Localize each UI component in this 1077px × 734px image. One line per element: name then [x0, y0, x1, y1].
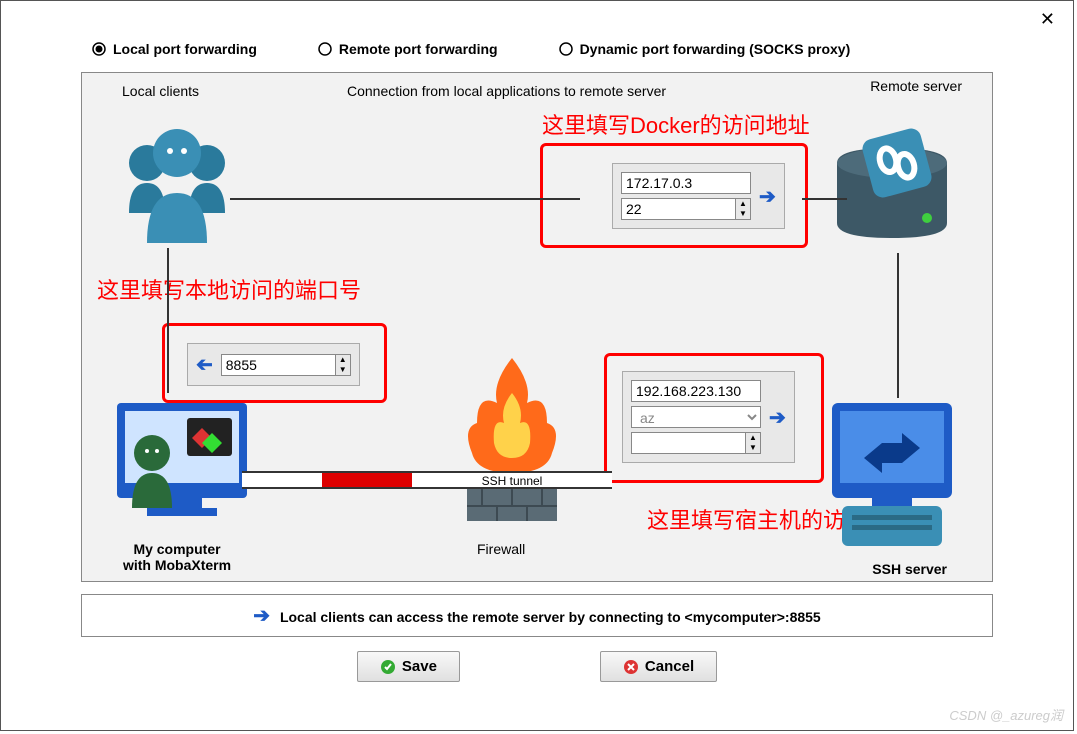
close-icon[interactable]: ✕ [1040, 9, 1055, 30]
local-clients-label: Local clients [122, 83, 199, 99]
my-computer-label: My computerwith MobaXterm [112, 541, 242, 573]
hint-bar: ➔ Local clients can access the remote se… [81, 594, 993, 637]
ssh-tunnel-bar: SSH tunnel [242, 471, 612, 489]
save-button[interactable]: Save [357, 651, 460, 682]
ssh-server-label: SSH server [872, 561, 947, 577]
local-input-group: ➔ ▲▼ [187, 343, 360, 386]
annotation-docker: 这里填写Docker的访问地址 [542, 108, 810, 140]
remote-input-group: ▲▼ ➔ [612, 163, 785, 229]
connection-label: Connection from local applications to re… [347, 83, 666, 99]
line [897, 253, 899, 398]
annotation-local-port: 这里填写本地访问的端口号 [97, 273, 361, 305]
firewall-label: Firewall [477, 541, 525, 557]
line [802, 198, 847, 200]
ssh-host-input[interactable] [631, 380, 761, 402]
cancel-button[interactable]: Cancel [600, 651, 717, 682]
ssh-tunnel-label: SSH tunnel [412, 473, 612, 487]
ssh-user-select[interactable]: az [631, 406, 761, 428]
dialog-window: ✕ Local port forwarding Remote port forw… [0, 0, 1074, 731]
line [167, 248, 169, 393]
remote-port-input[interactable] [621, 198, 736, 220]
ssh-input-group: az ▲▼ ➔ [622, 371, 795, 463]
spinner-arrows[interactable]: ▲▼ [736, 198, 751, 220]
line [230, 198, 580, 200]
remote-host-input[interactable] [621, 172, 751, 194]
button-row: Save Cancel [1, 651, 1073, 682]
arrow-right-icon: ➔ [759, 184, 776, 209]
diagram-panel: Local clients Connection from local appl… [81, 72, 993, 582]
hint-text: Local clients can access the remote serv… [280, 609, 821, 625]
ssh-server-icon [822, 393, 962, 553]
remote-server-label: Remote server [870, 78, 962, 94]
forwarding-type-radios: Local port forwarding Remote port forwar… [1, 1, 1073, 72]
local-port-input[interactable] [221, 354, 336, 376]
spinner-arrows[interactable]: ▲▼ [746, 432, 761, 454]
radio-dynamic-label: Dynamic port forwarding (SOCKS proxy) [580, 41, 851, 57]
ssh-port-input[interactable] [631, 432, 746, 454]
radio-local[interactable]: Local port forwarding [91, 41, 257, 57]
cancel-label: Cancel [645, 658, 694, 675]
radio-remote-label: Remote port forwarding [339, 41, 498, 57]
watermark: CSDN @_azureg润 [949, 705, 1063, 724]
arrow-right-icon: ➔ [769, 405, 786, 430]
save-label: Save [402, 658, 437, 675]
firewall-icon [452, 353, 572, 523]
arrow-left-icon: ➔ [196, 352, 213, 377]
radio-local-label: Local port forwarding [113, 41, 257, 57]
people-icon [107, 113, 247, 253]
radio-remote[interactable]: Remote port forwarding [317, 41, 498, 57]
radio-dynamic[interactable]: Dynamic port forwarding (SOCKS proxy) [558, 41, 851, 57]
monitor-icon [107, 393, 257, 533]
server-icon [817, 123, 967, 263]
spinner-arrows[interactable]: ▲▼ [336, 354, 351, 376]
arrow-right-icon: ➔ [253, 605, 270, 627]
